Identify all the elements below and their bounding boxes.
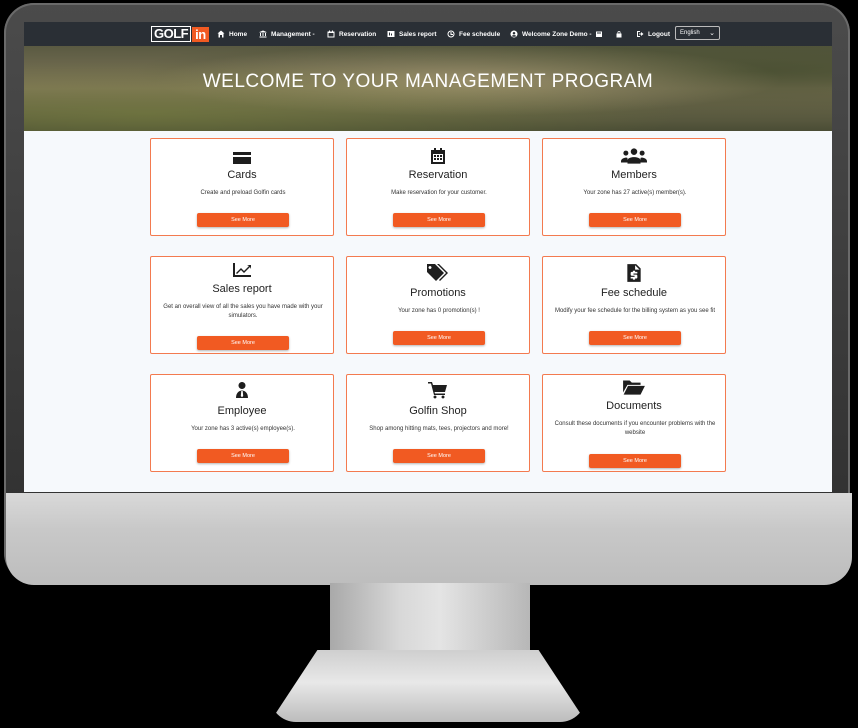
see-more-button[interactable]: See More (197, 213, 289, 227)
nav-user-label: Welcome Zone Demo - (522, 30, 592, 38)
card-description: Your zone has 0 promotion(s) ! (398, 308, 480, 314)
page-title: WELCOME TO YOUR MANAGEMENT PROGRAM (202, 71, 654, 92)
golfin-logo[interactable]: GOLF in (151, 25, 209, 43)
card-golfin-shop: Golfin Shop Shop among hitting mats, tee… (346, 374, 530, 472)
nav-sales-report[interactable]: Sales report (387, 22, 437, 46)
nav-reservation-label: Reservation (339, 30, 377, 38)
nav-fee-schedule[interactable]: Fee schedule (447, 22, 500, 46)
see-more-button[interactable]: See More (393, 449, 485, 463)
card-title: Golfin Shop (409, 405, 467, 417)
folder-open-icon (543, 378, 725, 396)
see-more-button[interactable]: See More (393, 213, 485, 227)
calendar-icon (327, 30, 335, 38)
nav-lock[interactable] (615, 22, 627, 46)
card-title: Fee schedule (600, 287, 668, 299)
card-description: Shop among hitting mats, tees, projector… (369, 426, 509, 432)
card-description: Your zone has 3 active(s) employee(s). (191, 426, 295, 432)
nav-reservation[interactable]: Reservation (327, 22, 376, 46)
nav-management-label: Management - (271, 30, 315, 38)
logout-icon (637, 31, 644, 37)
chevron-down-icon: ⌄ (709, 30, 715, 37)
credit-card-icon (151, 149, 333, 167)
card-title: Sales report (212, 283, 272, 295)
shopping-cart-icon (347, 381, 529, 399)
language-select[interactable]: English ⌄ (675, 26, 720, 40)
bank-icon (259, 30, 267, 38)
card-employee: Employee Your zone has 3 active(s) emplo… (150, 374, 334, 472)
calendar-icon (347, 147, 529, 165)
logo-text-golf: GOLF (151, 26, 192, 42)
nav-logout-label: Logout (648, 30, 671, 38)
language-select-value: English (680, 30, 700, 36)
card-promotions: Promotions Your zone has 0 promotion(s) … (346, 256, 530, 354)
card-members: Members Your zone has 27 active(s) membe… (542, 138, 726, 236)
see-more-button[interactable]: See More (589, 213, 681, 227)
hero-banner: WELCOME TO YOUR MANAGEMENT PROGRAM (24, 46, 832, 131)
tags-icon (347, 263, 529, 281)
card-title: Cards (227, 169, 257, 181)
nav-home[interactable]: Home (217, 22, 247, 46)
user-circle-icon (510, 30, 518, 38)
screen: GOLF in Home Management - Reservation Sa… (24, 22, 832, 492)
card-title: Members (611, 169, 657, 181)
card-description: Modify your fee schedule for the billing… (554, 308, 716, 314)
nav-home-label: Home (229, 30, 248, 38)
card-title: Employee (217, 405, 267, 417)
nav-logout[interactable]: Logout (636, 22, 670, 46)
nav-user-menu[interactable]: Welcome Zone Demo - (510, 22, 592, 46)
see-more-button[interactable]: See More (197, 449, 289, 463)
report-icon (387, 31, 395, 37)
home-icon (217, 30, 225, 38)
nav-fee-schedule-label: Fee schedule (459, 30, 501, 38)
invoice-dollar-icon (543, 263, 725, 283)
card-title: Reservation (408, 169, 468, 181)
top-navbar: GOLF in Home Management - Reservation Sa… (24, 22, 832, 46)
users-icon (543, 147, 725, 165)
monitor-chin (6, 493, 852, 585)
card-cards: Cards Create and preload Golfin cards Se… (150, 138, 334, 236)
card-documents: Documents Consult these documents if you… (542, 374, 726, 472)
see-more-button[interactable]: See More (589, 331, 681, 345)
card-description: Get an overall view of all the sales you… (163, 304, 323, 319)
card-sales-report: Sales report Get an overall view of all … (150, 256, 334, 354)
card-description: Make reservation for your customer. (391, 190, 487, 196)
nav-cash-register[interactable] (595, 22, 607, 46)
card-title: Promotions (410, 287, 466, 299)
card-fee-schedule: Fee schedule Modify your fee schedule fo… (542, 256, 726, 354)
nav-sales-report-label: Sales report (399, 30, 437, 38)
employee-icon (151, 381, 333, 399)
lock-icon (616, 31, 622, 38)
see-more-button[interactable]: See More (197, 336, 289, 350)
card-title: Documents (606, 400, 662, 412)
clock-icon (447, 30, 455, 38)
nav-management[interactable]: Management - (259, 22, 315, 46)
chart-line-icon (151, 261, 333, 279)
logo-text-in: in (192, 26, 209, 42)
cash-register-icon (596, 31, 602, 37)
card-reservation: Reservation Make reservation for your cu… (346, 138, 530, 236)
card-description: Consult these documents if you encounter… (554, 421, 716, 436)
monitor-stand-base (270, 650, 586, 722)
see-more-button[interactable]: See More (393, 331, 485, 345)
card-description: Your zone has 27 active(s) member(s). (583, 190, 687, 196)
see-more-button[interactable]: See More (589, 454, 681, 468)
card-description: Create and preload Golfin cards (200, 190, 286, 196)
